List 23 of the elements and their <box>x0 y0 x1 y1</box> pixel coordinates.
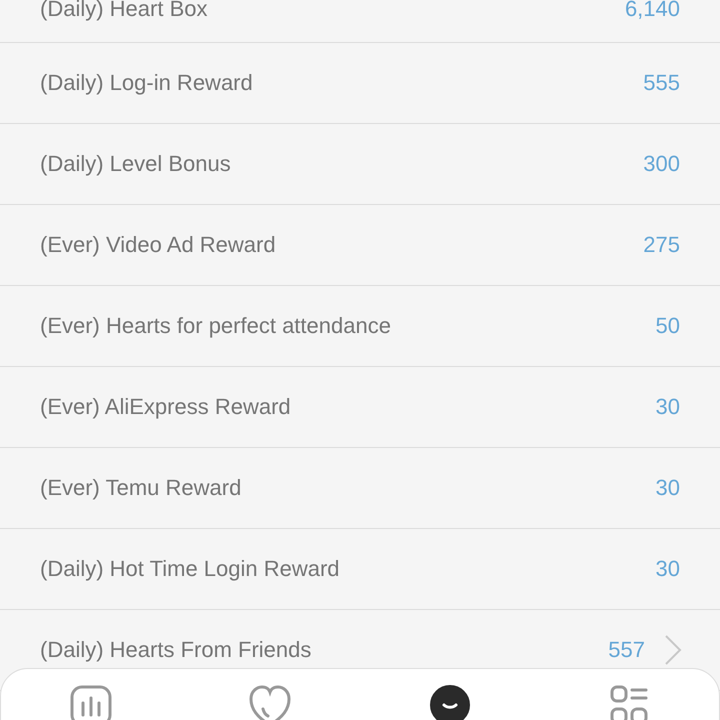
reward-label: (Daily) Heart Box <box>40 0 208 20</box>
grid-list-icon[interactable] <box>610 685 648 720</box>
reward-label: (Ever) Hearts for perfect attendance <box>40 313 392 339</box>
reward-count: 30 <box>656 475 680 501</box>
reward-label: (Ever) Video Ad Reward <box>40 232 277 258</box>
reward-label: (Daily) Hot Time Login Reward <box>40 556 341 582</box>
smiley-icon[interactable] <box>430 685 470 720</box>
reward-count: 557 <box>608 637 645 663</box>
bar-chart-icon[interactable] <box>70 685 112 720</box>
reward-label: (Ever) Temu Reward <box>40 475 242 501</box>
reward-count: 6,140 <box>624 0 680 20</box>
reward-count: 50 <box>656 313 680 339</box>
reward-count: 275 <box>643 232 680 258</box>
reward-label: (Daily) Hearts From Friends <box>40 637 312 663</box>
chevron-icon[interactable] <box>663 634 683 666</box>
reward-count: 300 <box>643 151 680 177</box>
reward-label: (Daily) Level Bonus <box>40 151 232 177</box>
heart-icon[interactable] <box>249 685 292 720</box>
reward-count: 30 <box>656 394 680 420</box>
reward-label: (Daily) Log-in Reward <box>40 70 254 96</box>
reward-label: (Ever) AliExpress Reward <box>40 394 292 420</box>
reward-count: 555 <box>643 70 680 96</box>
reward-count: 30 <box>656 556 680 582</box>
